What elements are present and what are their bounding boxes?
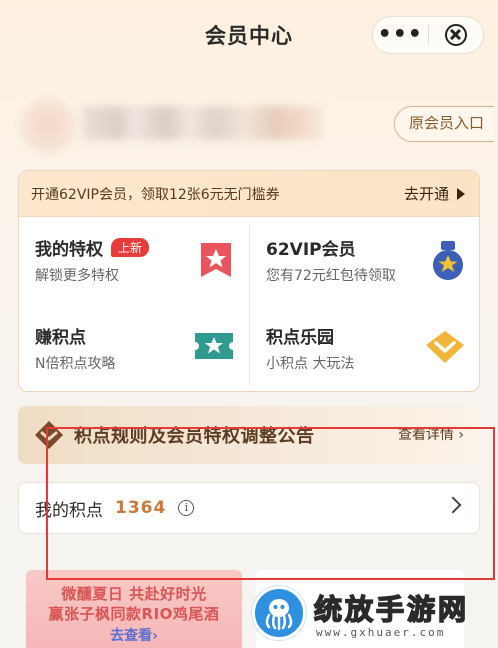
watermark-url: www.gxhuaer.com <box>316 626 446 639</box>
watermark-title: 统放手游网 <box>313 592 470 627</box>
feature-title-row: 赚积点 <box>35 323 86 348</box>
membership-card: 开通62VIP会员，领取12张6元无门槛券 去开通 我的特权 上新 解锁更多特权… <box>18 170 480 392</box>
feature-title: 我的特权 <box>35 240 103 260</box>
feature-subtitle: 您有72元红包待领取 <box>266 268 396 284</box>
site-watermark: 统放手游网 www.gxhuaer.com <box>252 586 498 648</box>
new-badge: 上新 <box>111 238 150 257</box>
promo-text: 开通62VIP会员，领取12张6元无门槛券 <box>31 186 280 203</box>
feature-title: 积点乐园 <box>266 328 334 348</box>
close-button[interactable] <box>428 24 483 46</box>
feature-title: 赚积点 <box>35 328 86 348</box>
feature-subtitle: N倍积点攻略 <box>35 356 116 372</box>
more-menu-button[interactable]: ••• <box>373 16 428 54</box>
play-arrow-icon <box>457 187 465 200</box>
banner-line-1: 微醺夏日 共赴好时光 <box>61 585 207 603</box>
vip-promo-bar[interactable]: 开通62VIP会员，领取12张6元无门槛券 去开通 <box>19 171 479 217</box>
feature-subtitle: 解锁更多特权 <box>35 268 119 284</box>
banner-line-2: 赢张子枫同款RIO鸡尾酒 <box>48 605 220 623</box>
ribbon-star-icon <box>201 243 231 277</box>
feature-62vip[interactable]: 62VIP会员 您有72元红包待领取 <box>250 217 479 305</box>
feature-my-privileges[interactable]: 我的特权 上新 解锁更多特权 <box>19 217 249 305</box>
open-vip-link[interactable]: 去开通 <box>404 183 465 204</box>
vip-medal-icon <box>433 241 463 280</box>
open-vip-label: 去开通 <box>403 185 449 203</box>
blurred-username <box>82 106 322 140</box>
summer-promo-banner[interactable]: 微醺夏日 共赴好时光 赢张子枫同款RIO鸡尾酒 去查看› <box>26 570 242 648</box>
feature-grid: 我的特权 上新 解锁更多特权 62VIP会员 您有72元红包待领取 赚积点 N倍… <box>19 217 479 391</box>
mini-program-capsule: ••• <box>372 16 484 54</box>
red-highlight-box <box>46 427 495 580</box>
diamond-icon <box>426 331 464 363</box>
feature-subtitle: 小积点 大玩法 <box>266 356 355 372</box>
feature-title-row: 62VIP会员 <box>266 235 356 260</box>
feature-title-row: 我的特权 上新 <box>35 235 150 260</box>
feature-earn-points[interactable]: 赚积点 N倍积点攻略 <box>19 305 249 391</box>
feature-title-row: 积点乐园 <box>266 323 334 348</box>
feature-title: 62VIP会员 <box>266 240 356 260</box>
close-icon <box>444 24 467 46</box>
octopus-logo-icon <box>252 586 306 640</box>
feature-points-park[interactable]: 积点乐园 小积点 大玩法 <box>250 305 479 391</box>
old-member-entry-button[interactable]: 原会员入口 <box>393 106 494 142</box>
ticket-star-icon <box>195 333 233 359</box>
top-bar: 会员中心 ••• <box>0 0 498 72</box>
user-info-row: 原会员入口 <box>0 92 498 158</box>
avatar[interactable] <box>18 96 78 156</box>
banner-cta[interactable]: 去查看› <box>26 625 242 645</box>
